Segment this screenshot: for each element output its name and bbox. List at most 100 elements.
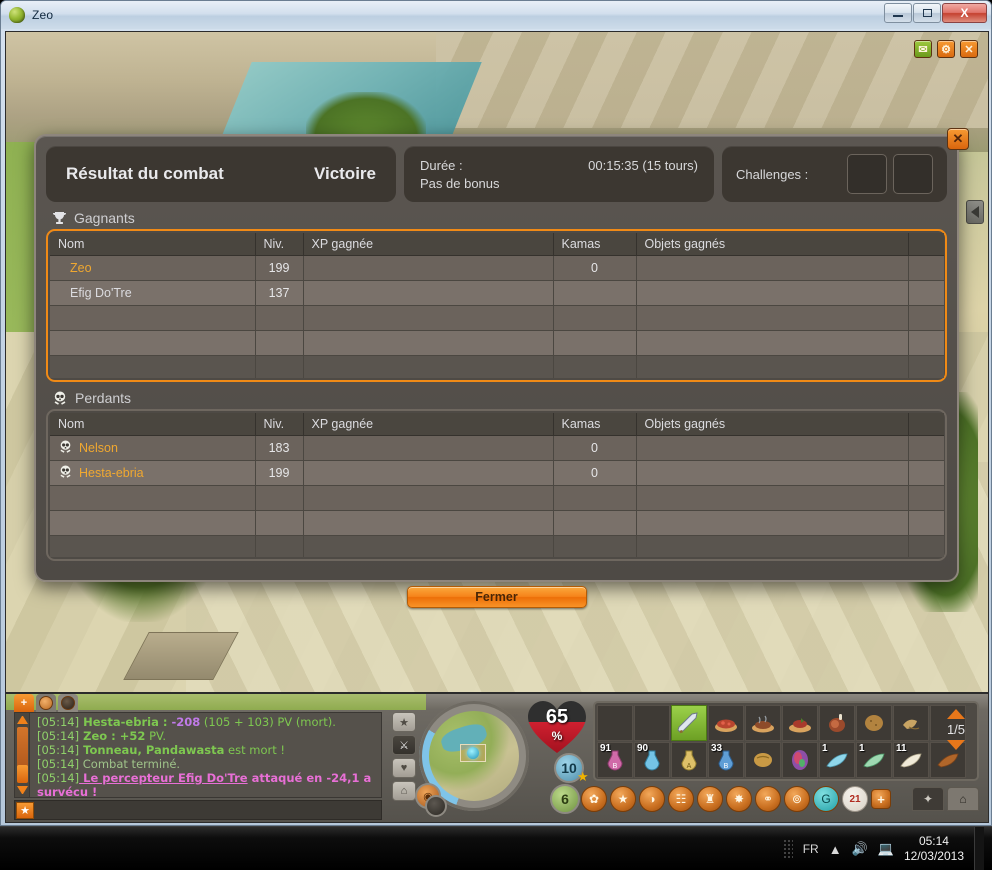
inventory-slot[interactable]: 1 — [819, 742, 855, 778]
scroll-thumb-lower[interactable] — [17, 765, 28, 783]
maximize-button[interactable] — [913, 3, 941, 23]
combat-button[interactable]: ⚔ — [392, 735, 416, 755]
spell-tab[interactable]: ✦ — [912, 787, 944, 811]
quest-shortcut[interactable]: ✸ — [726, 786, 752, 812]
chat-favorite-button[interactable]: ★ — [16, 802, 34, 819]
language-indicator[interactable]: FR — [803, 842, 819, 856]
inventory-slot[interactable] — [819, 705, 855, 741]
calendar-shortcut[interactable]: 21 — [842, 786, 868, 812]
close-window-button[interactable]: X — [942, 3, 987, 23]
table-row[interactable] — [50, 485, 944, 511]
guild-shortcut[interactable]: ⊚ — [784, 786, 810, 812]
footer-cell — [553, 535, 637, 557]
table-row[interactable] — [50, 305, 944, 331]
settings-button[interactable]: ⚙ — [937, 40, 955, 58]
collapse-panel-button[interactable] — [966, 200, 984, 224]
chat-smiley-tab[interactable] — [36, 694, 56, 712]
book-shortcut[interactable]: ☷ — [668, 786, 694, 812]
page-up-icon[interactable] — [947, 709, 965, 719]
chat-text: est mort ! — [224, 743, 286, 757]
health-indicator[interactable]: 65 % — [528, 701, 586, 755]
col-header-objets[interactable]: Objets gagnés — [636, 412, 909, 436]
chat-text: PV. — [145, 729, 167, 743]
chat-link[interactable]: Le percepteur Efig Do'Tre — [79, 771, 247, 785]
result-value: Victoire — [313, 164, 376, 183]
trophy-shortcut[interactable]: ♜ — [697, 786, 723, 812]
star-shortcut[interactable]: ★ — [610, 786, 636, 812]
table-row[interactable]: Nelson 183 0 — [50, 435, 944, 461]
inventory-slot[interactable]: 1 — [856, 742, 892, 778]
scroll-down-icon[interactable] — [17, 786, 28, 794]
inventory-slot[interactable] — [745, 705, 781, 741]
col-header-niv[interactable]: Niv. — [255, 412, 304, 436]
network-icon[interactable]: 💻 — [878, 841, 894, 857]
col-header-xp[interactable]: XP gagnée — [303, 233, 554, 256]
col-header-kamas[interactable]: Kamas — [553, 412, 637, 436]
inventory-slot[interactable] — [856, 705, 892, 741]
inventory-slot[interactable]: 11 — [893, 742, 929, 778]
inventory-slot[interactable] — [745, 742, 781, 778]
add-shortcut[interactable]: + — [871, 789, 891, 809]
fermer-button[interactable]: Fermer — [406, 586, 587, 608]
challenge-slot[interactable] — [847, 154, 887, 194]
badge-level-green[interactable]: 6 — [550, 784, 580, 814]
inventory-slot[interactable] — [634, 705, 670, 741]
dialog-close-button[interactable]: ✕ — [947, 128, 969, 150]
inventory-slot[interactable] — [782, 705, 818, 741]
table-row[interactable] — [50, 510, 944, 536]
col-header-objets[interactable]: Objets gagnés — [636, 233, 909, 256]
close-button[interactable]: ✕ — [960, 40, 978, 58]
table-row[interactable]: Efig Do'Tre 137 — [50, 280, 944, 306]
inventory-slot[interactable] — [893, 705, 929, 741]
player-name: Zeo — [70, 261, 92, 275]
inventory-slot-selected[interactable] — [671, 705, 707, 741]
show-desktop-button[interactable] — [974, 827, 984, 870]
chat-avatar-tab[interactable] — [58, 694, 78, 712]
bag-tab[interactable]: ⌂ — [947, 787, 979, 811]
minimap-surface[interactable] — [429, 711, 519, 801]
inventory-slot[interactable]: 91 B — [597, 742, 633, 778]
challenge-slot[interactable] — [893, 154, 933, 194]
cell-xp — [303, 510, 554, 536]
home-button[interactable]: ⌂ — [392, 781, 416, 801]
inventory-slot[interactable]: A — [671, 742, 707, 778]
favorites-button[interactable]: ★ — [392, 712, 416, 732]
show-hidden-icon[interactable]: ▲ — [829, 842, 842, 857]
world-shortcut[interactable]: G — [813, 786, 839, 812]
inventory-slot[interactable] — [782, 742, 818, 778]
table-row[interactable]: Hesta-ebria 199 0 — [50, 460, 944, 486]
bag-shortcut[interactable]: ◑ — [639, 786, 665, 812]
col-header-nom[interactable]: Nom — [50, 412, 256, 436]
inventory-slot[interactable] — [708, 705, 744, 741]
table-row[interactable]: Zeo 199 0 — [50, 255, 944, 281]
health-button[interactable]: ♥ — [392, 758, 416, 778]
inventory-pager[interactable]: 1/5 — [939, 707, 973, 750]
page-down-icon[interactable] — [947, 740, 965, 750]
chat-add-tab[interactable]: + — [14, 694, 34, 712]
col-header-nom[interactable]: Nom — [50, 233, 256, 256]
window-titlebar[interactable]: Zeo X — [1, 1, 991, 29]
volume-icon[interactable]: 🔊 — [852, 841, 868, 857]
col-header-niv[interactable]: Niv. — [255, 233, 304, 256]
scroll-up-icon[interactable] — [17, 716, 28, 724]
spells-shortcut[interactable]: ✿ — [581, 786, 607, 812]
minimap[interactable]: ◉ — [415, 701, 529, 817]
chat-log[interactable]: [05:14] Hesta-ebria : -208 (105 + 103) P… — [14, 712, 382, 798]
inventory-slot[interactable]: 33 B — [708, 742, 744, 778]
tray-grip — [782, 839, 793, 859]
table-row[interactable] — [50, 330, 944, 356]
chat-input-bar[interactable]: ★ — [14, 800, 382, 820]
col-header-xp[interactable]: XP gagnée — [303, 412, 554, 436]
inventory-slot[interactable]: 90 — [634, 742, 670, 778]
chat-scrollbar[interactable] — [14, 712, 30, 798]
clock[interactable]: 05:14 12/03/2013 — [904, 834, 964, 864]
cell-level — [255, 510, 304, 536]
window-title: Zeo — [32, 8, 54, 22]
dialog-footer: Fermer — [36, 586, 957, 608]
mail-button[interactable]: ✉ — [914, 40, 932, 58]
friends-shortcut[interactable]: ⚭ — [755, 786, 781, 812]
col-header-kamas[interactable]: Kamas — [553, 233, 637, 256]
minimap-expand-button[interactable] — [425, 795, 447, 817]
inventory-slot[interactable] — [597, 705, 633, 741]
minimize-button[interactable] — [884, 3, 912, 23]
